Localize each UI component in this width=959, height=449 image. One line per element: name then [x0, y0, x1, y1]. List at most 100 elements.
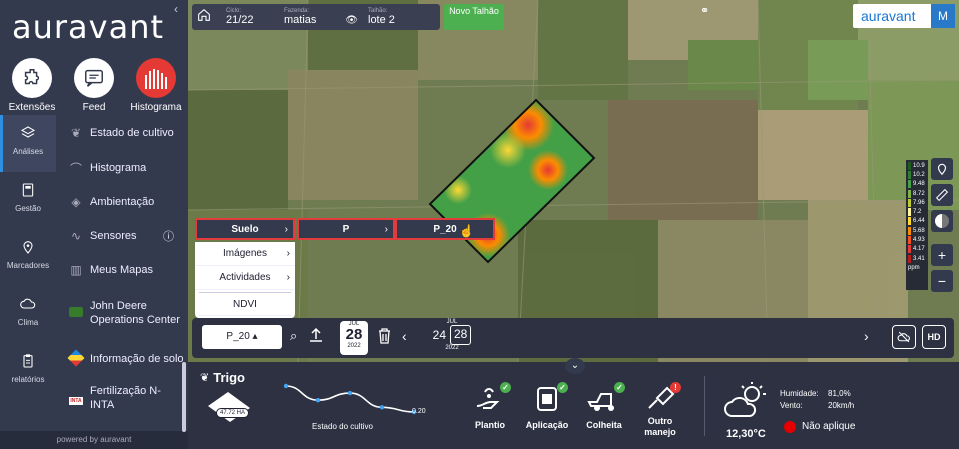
- layer-category-suelo[interactable]: Suelo ›: [195, 218, 295, 240]
- legend-value: 7.2: [913, 209, 922, 216]
- rail-item-label: Análises: [12, 147, 44, 156]
- search-icon[interactable]: ⌕: [290, 328, 297, 344]
- menu-item-info-solo[interactable]: Informação de solo: [56, 339, 188, 379]
- next-date-button[interactable]: ›: [864, 328, 869, 344]
- activity-colheita[interactable]: ✓ Colheita: [584, 382, 625, 430]
- zoom-out-button[interactable]: −: [931, 270, 953, 292]
- compare-day-a[interactable]: 24: [433, 325, 446, 345]
- activity-outro-manejo[interactable]: ! Outro manejo: [640, 382, 681, 438]
- field-shape-icon: [208, 392, 250, 422]
- legend-swatch: [908, 198, 911, 207]
- layer-select[interactable]: P_20 ▴: [202, 325, 282, 349]
- menu-item-label: Ambientação: [90, 196, 155, 208]
- zoom-in-button[interactable]: +: [931, 244, 953, 266]
- map-tools: + −: [931, 158, 953, 296]
- rail-item-label: Marcadores: [6, 261, 50, 270]
- compare-day-b[interactable]: 28: [450, 325, 472, 345]
- opacity-toggle-icon[interactable]: [931, 210, 953, 232]
- cloud-icon: [20, 298, 36, 309]
- crop-status-point[interactable]: [283, 383, 289, 389]
- user-avatar[interactable]: M: [931, 4, 955, 28]
- crop-status-line: [285, 385, 415, 413]
- layer-item-p20[interactable]: P_20 ☝: [395, 218, 495, 240]
- submenu-item-ndvi[interactable]: NDVI: [199, 292, 291, 316]
- menu-item-estado-cultivo[interactable]: ❦ Estado de cultivo: [56, 115, 188, 151]
- legend-value: 4.17: [913, 246, 925, 253]
- menu-item-label: John Deere Operations Center: [90, 300, 180, 326]
- new-field-button[interactable]: Novo Talhão: [444, 4, 504, 30]
- info-icon[interactable]: ⓘ: [163, 228, 174, 244]
- submenu-item-actividades[interactable]: Actividades ›: [195, 266, 295, 290]
- sidebar-rail: Análises Gestão Marcadores Clima relatór…: [0, 115, 56, 400]
- satellite-map[interactable]: [188, 0, 959, 362]
- activity-aplicacao[interactable]: ✓ Aplicação: [524, 382, 570, 430]
- sidebar-scrollbar[interactable]: [182, 362, 186, 432]
- chat-icon: [74, 58, 114, 98]
- farm-selector[interactable]: Fazenda: matias 👁: [276, 8, 360, 26]
- menu-item-label: Informação de solo: [90, 353, 184, 365]
- rail-item-gestao[interactable]: Gestão: [0, 172, 56, 229]
- compare-dates[interactable]: JUL 24 28 2022: [428, 319, 476, 351]
- collapse-sidebar-button[interactable]: ‹: [174, 2, 178, 16]
- quick-extensions[interactable]: Extensões: [2, 58, 62, 113]
- quick-feed[interactable]: Feed: [64, 58, 124, 113]
- submenu-label: Actividades: [219, 272, 271, 283]
- menu-item-john-deere[interactable]: John Deere Operations Center: [56, 287, 188, 339]
- cycle-selector[interactable]: Ciclo: 21/22: [218, 8, 276, 26]
- selected-date[interactable]: JUL 28 2022: [340, 321, 368, 355]
- divider: [704, 376, 705, 436]
- temperature: 12,30°C: [726, 428, 766, 440]
- crop-status-point[interactable]: [347, 390, 353, 396]
- app-logo[interactable]: auravant: [12, 8, 164, 46]
- menu-item-label: Meus Mapas: [90, 264, 153, 276]
- legend-value: 8.72: [913, 190, 925, 197]
- location-pin-icon[interactable]: [931, 158, 953, 180]
- brand-name: auravant: [861, 8, 916, 24]
- binoculars-icon[interactable]: ⚭: [700, 4, 709, 17]
- submenu-label: NDVI: [233, 298, 257, 310]
- hd-toggle-button[interactable]: HD: [922, 325, 946, 349]
- field-selector[interactable]: Talhão: lote 2: [360, 8, 440, 26]
- soil-icon: [67, 349, 85, 367]
- menu-item-fertilizacao[interactable]: INTA Fertilização N-INTA: [56, 379, 188, 417]
- histogram-icon: [136, 58, 176, 98]
- menu-item-ambientacao[interactable]: ◈ Ambientação: [56, 185, 188, 219]
- prev-date-button[interactable]: ‹: [402, 328, 407, 344]
- crop-status-chart[interactable]: [282, 382, 432, 422]
- rail-item-relatorios[interactable]: relatórios: [0, 343, 56, 400]
- home-icon[interactable]: [192, 7, 218, 28]
- crop-status-point[interactable]: [315, 397, 321, 403]
- rail-item-label: Clima: [17, 318, 39, 327]
- warning-icon: !: [670, 382, 681, 393]
- report-icon: [23, 354, 33, 368]
- ruler-icon[interactable]: [931, 184, 953, 206]
- rail-item-clima[interactable]: Clima: [0, 286, 56, 343]
- legend-row: 7.96: [908, 198, 926, 207]
- field-selector-bar[interactable]: Ciclo: 21/22 Fazenda: matias 👁 Talhão: l…: [192, 4, 440, 30]
- submenu-item-imagenes[interactable]: Imágenes ›: [195, 242, 295, 266]
- sidebar: auravant ‹ Extensões Feed Histograma Aná…: [0, 0, 188, 449]
- menu-item-sensores[interactable]: ∿ Sensores ⓘ: [56, 219, 188, 253]
- legend-swatch: [908, 217, 911, 226]
- layer-nutrient-p[interactable]: P ›: [297, 218, 395, 240]
- upload-icon[interactable]: [309, 327, 323, 348]
- legend-value: 4.93: [913, 237, 925, 244]
- cloud-off-icon[interactable]: [892, 325, 916, 349]
- chevron-down-icon[interactable]: ⌄: [565, 358, 585, 374]
- quick-histogram[interactable]: Histograma: [126, 58, 186, 113]
- legend-swatch: [908, 245, 911, 254]
- chevron-right-icon: ›: [286, 272, 290, 283]
- pulse-icon: ∿: [70, 229, 82, 243]
- dropdown-label: P: [342, 223, 350, 235]
- eye-icon[interactable]: 👁: [345, 15, 358, 26]
- wind-value: 20km/h: [828, 401, 855, 410]
- legend-value: 5.68: [913, 227, 925, 234]
- activity-plantio[interactable]: ✓ Plantio: [470, 382, 511, 430]
- rail-item-marcadores[interactable]: Marcadores: [0, 229, 56, 286]
- legend-row: 3.41: [908, 254, 926, 263]
- crop-status-point[interactable]: [379, 405, 385, 410]
- menu-item-histograma[interactable]: ⌒ Histograma: [56, 151, 188, 185]
- rail-item-analises[interactable]: Análises: [0, 115, 56, 172]
- menu-item-meus-mapas[interactable]: ▥ Meus Mapas: [56, 253, 188, 287]
- trash-icon[interactable]: [378, 328, 391, 349]
